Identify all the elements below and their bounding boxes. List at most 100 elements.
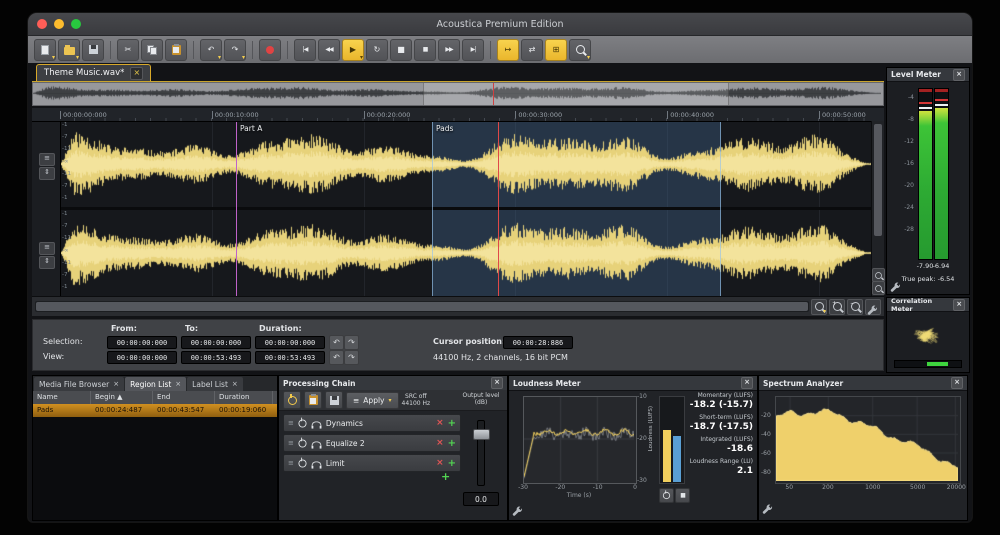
zoom-out-vertical-button[interactable] xyxy=(872,281,885,295)
stop-button[interactable]: ■ xyxy=(390,39,412,61)
go-end-button[interactable]: ▶| xyxy=(462,39,484,61)
zoom-in-button[interactable]: + xyxy=(829,299,845,315)
waveform-channel-right[interactable] xyxy=(60,210,872,296)
remove-effect-icon[interactable]: × xyxy=(436,438,444,448)
selection-end-edge[interactable] xyxy=(720,121,721,296)
selection-from-field[interactable]: 00:00:00:000 xyxy=(107,336,177,349)
go-start-button[interactable]: |◀ xyxy=(294,39,316,61)
chain-effect-row[interactable]: ≡Equalize 2×+ xyxy=(283,434,461,452)
add-effect-button[interactable]: + xyxy=(441,470,450,483)
panel-titlebar[interactable]: Level Meter × xyxy=(887,68,969,82)
chain-save-button[interactable] xyxy=(325,391,343,409)
new-button[interactable]: ▾ xyxy=(34,39,56,61)
marker-label[interactable]: Part A xyxy=(240,124,262,133)
loudness-power-button[interactable] xyxy=(659,488,674,503)
region-label[interactable]: Pads xyxy=(436,124,453,133)
autoscroll-button[interactable]: ↦ xyxy=(497,39,519,61)
slider-thumb[interactable] xyxy=(473,429,490,440)
output-level-value[interactable]: 0.0 xyxy=(463,492,499,506)
view-to-field[interactable]: 00:00:53:493 xyxy=(181,351,251,364)
panel-titlebar[interactable]: Spectrum Analyzer × xyxy=(759,376,967,391)
overview-waveform[interactable] xyxy=(32,82,884,106)
view-undo-button[interactable]: ↶ xyxy=(329,350,344,365)
scrub-button[interactable]: ⇄ xyxy=(521,39,543,61)
record-button[interactable] xyxy=(259,39,281,61)
redo-button[interactable]: ↷▾ xyxy=(224,39,246,61)
close-panel-icon[interactable]: × xyxy=(741,377,753,389)
undo-button[interactable]: ↶▾ xyxy=(200,39,222,61)
panel-titlebar[interactable]: Loudness Meter × xyxy=(509,376,757,391)
copy-button[interactable] xyxy=(141,39,163,61)
selection-to-field[interactable]: 00:00:00:000 xyxy=(181,336,251,349)
zoom-menu-button[interactable]: ▾ xyxy=(811,299,827,315)
save-button[interactable] xyxy=(82,39,104,61)
close-tab-icon[interactable]: × xyxy=(130,67,143,80)
output-level-slider[interactable] xyxy=(477,420,485,486)
chain-effect-row[interactable]: ≡Limit×+ xyxy=(283,454,461,472)
zoom-in-vertical-button[interactable] xyxy=(872,268,885,282)
loudness-settings-wrench-icon[interactable] xyxy=(512,502,524,514)
drag-handle-icon[interactable]: ≡ xyxy=(288,439,294,447)
selection-undo-button[interactable]: ↶ xyxy=(329,335,344,350)
selection-start-edge[interactable] xyxy=(432,121,433,296)
waveview-settings-button[interactable] xyxy=(865,299,881,315)
channel-zoom-button[interactable]: ⇕ xyxy=(39,256,55,269)
close-tab-icon[interactable]: × xyxy=(113,380,119,388)
meter-settings-wrench-icon[interactable] xyxy=(890,278,902,290)
power-icon[interactable] xyxy=(298,459,306,467)
vertical-scroll-thumb[interactable] xyxy=(874,124,882,236)
minimize-button[interactable] xyxy=(54,19,64,29)
cut-button[interactable]: ✂ xyxy=(117,39,139,61)
drag-handle-icon[interactable]: ≡ xyxy=(288,459,294,467)
close-tab-icon[interactable]: × xyxy=(232,380,238,388)
channel-menu-button[interactable]: ≡ xyxy=(39,242,55,255)
horizontal-scrollbar[interactable] xyxy=(35,301,809,312)
view-redo-button[interactable]: ↷ xyxy=(344,350,359,365)
power-icon[interactable] xyxy=(298,439,306,447)
tab-media-file-browser[interactable]: Media File Browser× xyxy=(34,377,124,391)
chain-power-button[interactable] xyxy=(283,391,301,409)
region-row[interactable]: Pads00:00:24:48700:00:43:54700:00:19:060 xyxy=(33,404,277,417)
remove-effect-icon[interactable]: × xyxy=(436,418,444,428)
spectrum-settings-wrench-icon[interactable] xyxy=(762,500,774,512)
drag-handle-icon[interactable]: ≡ xyxy=(288,419,294,427)
tab-label-list[interactable]: Label List× xyxy=(187,377,243,391)
apply-button[interactable]: ≡ Apply ▾ xyxy=(346,392,399,409)
headphones-icon[interactable] xyxy=(311,461,321,467)
remove-effect-icon[interactable]: × xyxy=(436,458,444,468)
close-button[interactable] xyxy=(37,19,47,29)
column-header-begin[interactable]: Begin ▲ xyxy=(91,391,153,404)
zoom-button[interactable] xyxy=(71,19,81,29)
open-button[interactable]: ▾ xyxy=(58,39,80,61)
channel-menu-button[interactable]: ≡ xyxy=(39,153,55,166)
forward-button[interactable]: ▶▶ xyxy=(438,39,460,61)
pause-button[interactable]: ▮▮ xyxy=(414,39,436,61)
tab-region-list[interactable]: Region List× xyxy=(125,377,186,391)
close-panel-icon[interactable]: × xyxy=(951,377,963,389)
selection-redo-button[interactable]: ↷ xyxy=(344,335,359,350)
panel-titlebar[interactable]: Correlation Meter × xyxy=(887,298,969,312)
cursor-position-field[interactable]: 00:00:28:886 xyxy=(503,336,573,349)
column-header-end[interactable]: End xyxy=(153,391,215,404)
paste-button[interactable] xyxy=(165,39,187,61)
channel-zoom-button[interactable]: ⇕ xyxy=(39,167,55,180)
add-effect-icon[interactable]: + xyxy=(448,418,456,429)
close-panel-icon[interactable]: × xyxy=(953,69,965,81)
timeline-ruler[interactable]: 00:00:00:00000:00:10:00000:00:20:00000:0… xyxy=(32,108,884,122)
horizontal-scroll-thumb[interactable] xyxy=(36,302,808,311)
snap-button[interactable]: ⊞ xyxy=(545,39,567,61)
add-effect-icon[interactable]: + xyxy=(448,458,456,469)
close-panel-icon[interactable]: × xyxy=(953,299,965,311)
column-header-duration[interactable]: Duration xyxy=(215,391,273,404)
loop-button[interactable]: ↻ xyxy=(366,39,388,61)
waveform-channel-left[interactable] xyxy=(60,121,872,207)
close-tab-icon[interactable]: × xyxy=(175,380,181,388)
view-from-field[interactable]: 00:00:00:000 xyxy=(107,351,177,364)
column-header-name[interactable]: Name xyxy=(33,391,91,404)
vertical-scrollbar[interactable] xyxy=(871,121,884,296)
selection-duration-field[interactable]: 00:00:00:000 xyxy=(255,336,325,349)
zoom-out-button[interactable]: − xyxy=(847,299,863,315)
view-duration-field[interactable]: 00:00:53:493 xyxy=(255,351,325,364)
zoom-button[interactable]: ▾ xyxy=(569,39,591,61)
headphones-icon[interactable] xyxy=(311,421,321,427)
